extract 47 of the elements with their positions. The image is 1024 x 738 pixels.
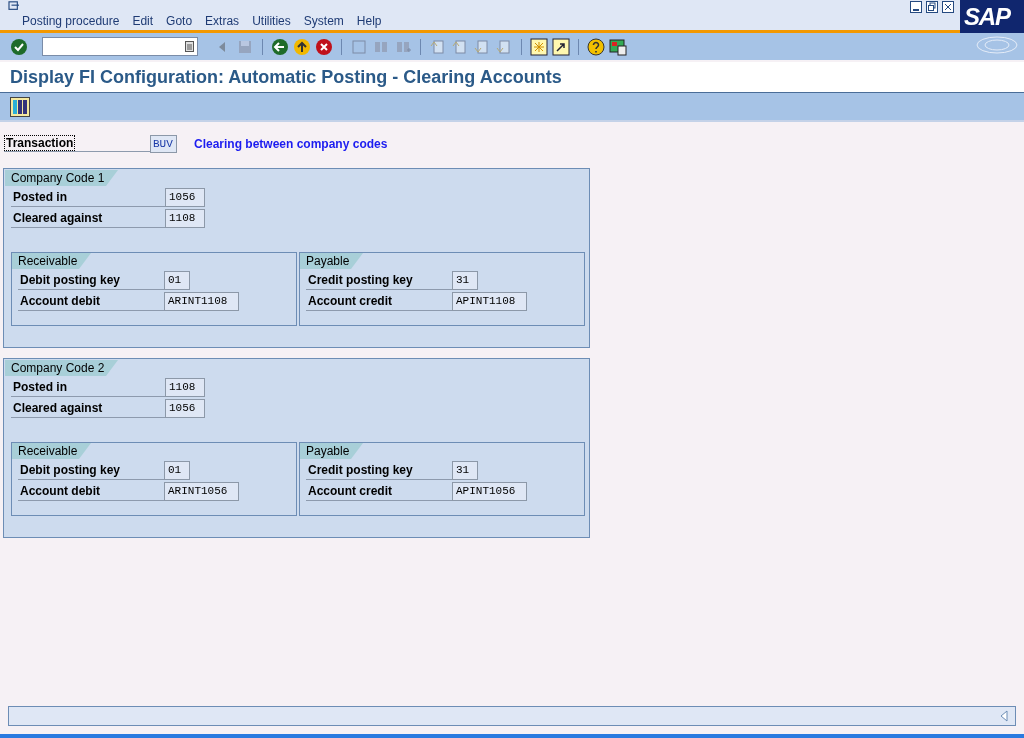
- new-window-icon[interactable]: [530, 37, 548, 56]
- field-label: Transaction: [4, 136, 150, 152]
- value-field[interactable]: BUV: [150, 135, 177, 153]
- triangle-icon[interactable]: [999, 710, 1009, 722]
- menu-item[interactable]: Utilities: [252, 12, 291, 30]
- value-field[interactable]: APINT1056: [452, 482, 527, 501]
- dropdown-icon[interactable]: [185, 41, 194, 52]
- command-field[interactable]: [42, 37, 198, 56]
- value-field[interactable]: 01: [164, 271, 190, 290]
- value-field[interactable]: ARINT1108: [164, 292, 239, 311]
- value-field[interactable]: 1108: [165, 378, 205, 397]
- restore-icon[interactable]: [926, 1, 938, 13]
- tab-corner-icon: [106, 170, 119, 186]
- menu-item[interactable]: System: [303, 12, 344, 30]
- value-field[interactable]: 01: [164, 461, 190, 480]
- logo: SAP: [960, 0, 1024, 33]
- transaction-description: Clearing between company codes: [194, 136, 388, 153]
- value-field[interactable]: ARINT1056: [164, 482, 239, 501]
- ripple-drawing: [976, 36, 1018, 54]
- value-field[interactable]: 31: [452, 271, 478, 290]
- screen-title: Display FI Configuration: Automatic Posting - Clearing Accounts: [10, 65, 562, 89]
- menu-item[interactable]: Extras: [205, 12, 240, 30]
- up-icon[interactable]: [293, 37, 311, 56]
- cancel-icon[interactable]: [315, 37, 333, 56]
- back-icon[interactable]: [271, 37, 289, 56]
- value-field[interactable]: 1056: [165, 188, 205, 207]
- columns-icon[interactable]: [10, 96, 30, 117]
- tab-corner-icon: [351, 443, 364, 459]
- menu-item[interactable]: Goto: [166, 12, 193, 30]
- menu-item[interactable]: Edit: [132, 12, 154, 30]
- check-icon[interactable]: [10, 37, 28, 56]
- close-icon[interactable]: [942, 1, 954, 13]
- layout-icon[interactable]: [609, 37, 627, 56]
- value-field[interactable]: 1108: [165, 209, 205, 228]
- shortcut-icon[interactable]: [552, 37, 570, 56]
- tab-corner-icon: [106, 360, 119, 376]
- window-icon[interactable]: [7, 1, 21, 11]
- value-field[interactable]: 1056: [165, 399, 205, 418]
- value-field[interactable]: APINT1108: [452, 292, 527, 311]
- menu-item[interactable]: Help: [356, 12, 382, 30]
- tab-corner-icon: [351, 253, 364, 269]
- help-icon[interactable]: [587, 37, 605, 56]
- tab-corner-icon: [79, 253, 92, 269]
- tab-corner-icon: [79, 443, 92, 459]
- menu-item[interactable]: Posting procedure: [22, 12, 120, 30]
- value-field[interactable]: 31: [452, 461, 478, 480]
- minimize-icon[interactable]: [910, 1, 922, 13]
